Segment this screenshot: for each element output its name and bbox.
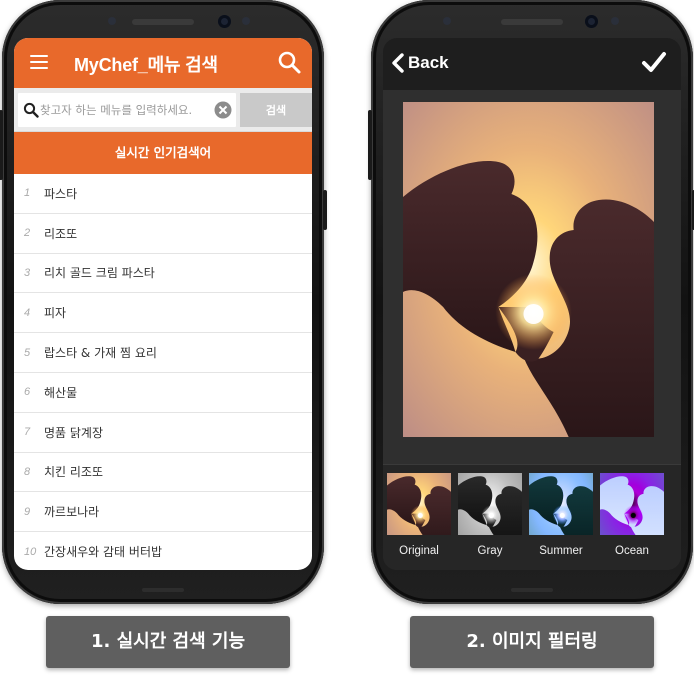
photo-preview	[403, 102, 654, 437]
filter-original[interactable]: Original	[387, 461, 451, 559]
editor-toolbar: Back	[383, 38, 681, 90]
trending-rank: 6	[24, 386, 31, 399]
filter-strip: Original Gray Summer Ocean	[383, 461, 681, 570]
filter-thumbnail	[458, 461, 522, 547]
trending-item[interactable]: 8 치킨 리조또	[14, 453, 312, 493]
trending-list: 1 파스타 2 리조또 3 리치 골드 크림 파스타 4 피자 5 랍스타 & 가재 찜 …	[14, 174, 312, 570]
search-input[interactable]	[40, 96, 210, 124]
front-camera	[585, 15, 598, 28]
filter-label: Summer	[539, 545, 583, 557]
app-bar: MyChef_메뉴 검색	[14, 38, 312, 88]
iris-sensor	[611, 17, 619, 25]
trending-term: 치킨 리조또	[44, 465, 104, 480]
filter-thumbnail	[600, 461, 664, 547]
search-submit-button[interactable]: 검색	[240, 93, 312, 127]
app-title: MyChef_메뉴 검색	[74, 55, 218, 75]
trending-rank: 2	[24, 227, 31, 240]
trending-term: 해산물	[44, 385, 78, 400]
clear-icon[interactable]	[214, 101, 232, 119]
bottom-edge	[511, 588, 553, 592]
trending-item[interactable]: 1 파스타	[14, 174, 312, 214]
search-box	[18, 93, 236, 127]
left-screen: MyChef_메뉴 검색 검색 실시간 인기검색어	[14, 38, 312, 570]
trending-term: 랍스타 & 가재 찜 요리	[44, 346, 157, 361]
filter-label: Original	[399, 545, 439, 557]
front-camera	[218, 15, 231, 28]
right-screen: Back Original Gray Summer Ocean	[383, 38, 681, 570]
right-phone-frame: Back Original Gray Summer Ocean	[368, 0, 694, 604]
left-phone-frame: MyChef_메뉴 검색 검색 실시간 인기검색어	[0, 0, 327, 604]
trending-header: 실시간 인기검색어	[14, 132, 312, 174]
trending-item[interactable]: 3 리치 골드 크림 파스타	[14, 254, 312, 294]
trending-item[interactable]: 10 간장새우와 감태 버터밥	[14, 532, 312, 570]
filter-thumbnail	[529, 461, 593, 547]
proximity-sensor	[108, 17, 116, 25]
iris-sensor	[242, 17, 250, 25]
volume-button	[0, 110, 3, 180]
trending-rank: 5	[24, 346, 31, 359]
back-button[interactable]: Back	[391, 51, 449, 75]
search-row: 검색	[14, 88, 312, 132]
trending-item[interactable]: 7 명품 닭계장	[14, 413, 312, 453]
power-button	[323, 190, 327, 230]
trending-term: 까르보나라	[44, 505, 100, 520]
trending-item[interactable]: 2 리조또	[14, 214, 312, 254]
caption-right: 2. 이미지 필터링	[410, 616, 654, 668]
filter-label: Gray	[477, 545, 503, 557]
back-label: Back	[408, 53, 449, 72]
chevron-left-icon	[392, 53, 404, 73]
filter-ocean[interactable]: Ocean	[600, 461, 664, 559]
trending-term: 간장새우와 감태 버터밥	[44, 545, 163, 560]
filter-gray[interactable]: Gray	[458, 461, 522, 559]
trending-term: 리치 골드 크림 파스타	[44, 266, 155, 281]
trending-rank: 8	[24, 465, 31, 478]
checkmark-icon[interactable]	[641, 50, 667, 74]
trending-item[interactable]: 6 해산물	[14, 373, 312, 413]
search-icon[interactable]	[276, 49, 302, 75]
earpiece-speaker	[132, 19, 194, 25]
trending-rank: 7	[24, 426, 31, 439]
caption-left: 1. 실시간 검색 기능	[46, 616, 290, 668]
filter-label: Ocean	[615, 545, 649, 557]
filter-thumbnail	[387, 461, 451, 547]
earpiece-speaker	[501, 19, 563, 25]
trending-term: 명품 닭계장	[44, 425, 104, 440]
bottom-edge	[142, 588, 184, 592]
filter-summer[interactable]: Summer	[529, 461, 593, 559]
trending-item[interactable]: 9 까르보나라	[14, 492, 312, 533]
trending-term: 파스타	[44, 186, 78, 201]
trending-rank: 1	[24, 187, 31, 200]
trending-term: 피자	[44, 306, 67, 321]
trending-item[interactable]: 4 피자	[14, 293, 312, 334]
trending-rank: 10	[24, 545, 37, 558]
volume-button	[368, 110, 372, 180]
magnifier-icon	[23, 102, 39, 118]
trending-rank: 3	[24, 266, 31, 279]
trending-item[interactable]: 5 랍스타 & 가재 찜 요리	[14, 333, 312, 373]
trending-term: 리조또	[44, 226, 78, 241]
proximity-sensor	[443, 17, 451, 25]
trending-rank: 4	[24, 306, 31, 319]
trending-rank: 9	[24, 505, 31, 518]
hamburger-menu-icon[interactable]	[30, 55, 48, 69]
